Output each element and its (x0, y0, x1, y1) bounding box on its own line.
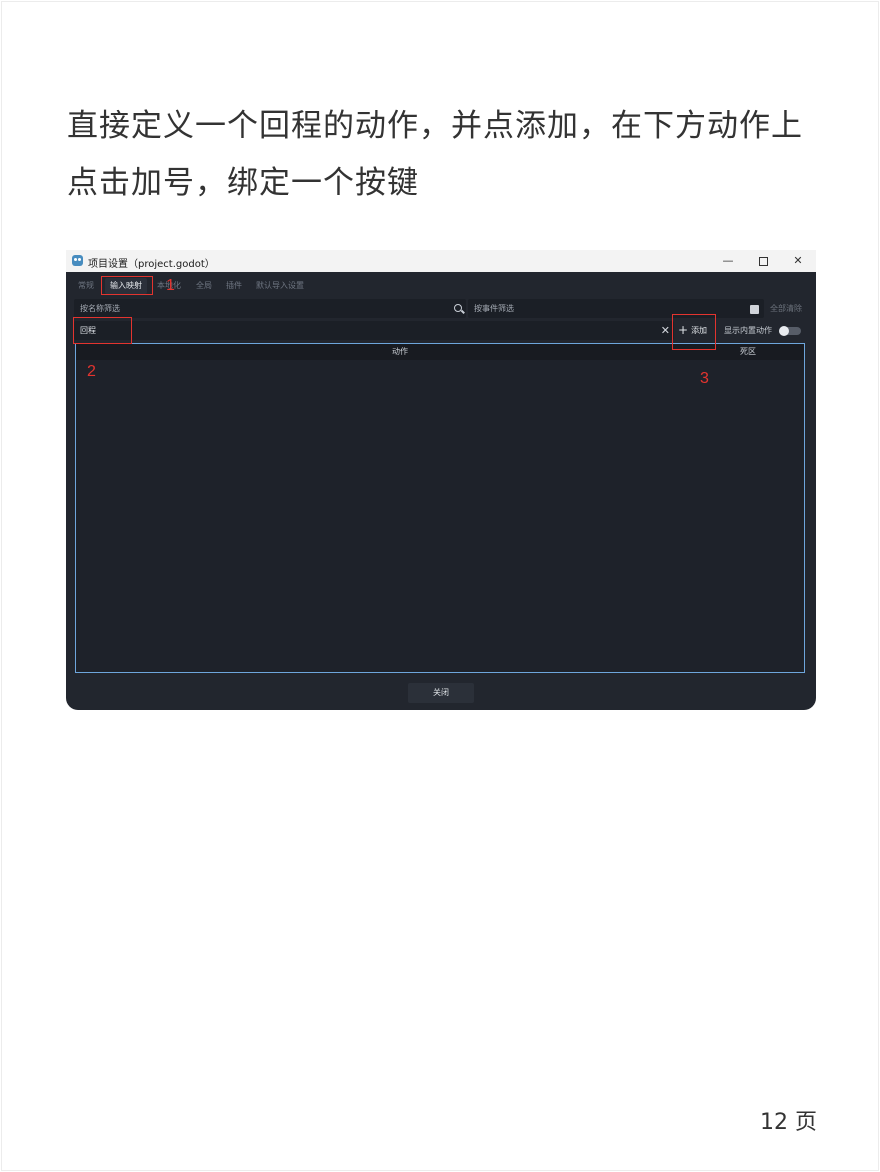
filter-by-event-input[interactable]: 按事件筛选 (468, 299, 764, 318)
show-builtin-actions-label: 显示内置动作 (724, 326, 772, 335)
action-tree[interactable]: 动作 死区 (75, 343, 805, 673)
heading-line-1: 直接定义一个回程的动作，并点添加，在下方动作上 (67, 108, 803, 144)
annotation-number-3: 3 (700, 370, 709, 387)
show-builtin-actions-toggle[interactable] (779, 326, 801, 336)
close-dialog-button[interactable]: 关闭 (408, 683, 474, 703)
filter-by-name-placeholder: 按名称筛选 (80, 304, 120, 313)
clear-all-button[interactable]: 全部清除 (766, 299, 806, 318)
tab-import-defaults[interactable]: 默认导入设置 (256, 278, 304, 294)
filter-by-name-input[interactable]: 按名称筛选 (74, 299, 466, 318)
document-heading: 直接定义一个回程的动作，并点添加，在下方动作上 点击加号，绑定一个按键 (67, 98, 827, 212)
tab-plugins[interactable]: 插件 (226, 278, 242, 294)
minimize-button[interactable]: — (711, 250, 745, 272)
search-icon (454, 304, 462, 312)
clear-input-icon[interactable]: ✕ (661, 321, 670, 340)
close-window-button[interactable]: ✕ (781, 250, 815, 272)
settings-tabbar: 常规 输入映射 本地化 全局 插件 默认导入设置 (66, 278, 816, 296)
page-number: 12 页 (760, 1110, 817, 1135)
column-deadzone: 死区 (740, 347, 756, 356)
annotation-box-3 (672, 314, 716, 350)
annotation-box-1 (101, 276, 153, 295)
annotation-box-2 (73, 317, 132, 344)
godot-logo-icon (72, 255, 83, 266)
tab-globals[interactable]: 全局 (196, 278, 212, 294)
tab-general[interactable]: 常规 (78, 278, 94, 294)
heading-line-2: 点击加号，绑定一个按键 (67, 165, 419, 201)
window-title: 项目设置（project.godot） (88, 259, 215, 270)
filter-by-event-placeholder: 按事件筛选 (474, 304, 514, 313)
project-settings-screenshot: 项目设置（project.godot） — ✕ 常规 输入映射 本地化 全局 插… (66, 250, 816, 710)
column-action: 动作 (392, 347, 408, 356)
toggle-knob (779, 326, 789, 336)
clear-filter-icon[interactable] (750, 305, 759, 314)
annotation-number-2: 2 (87, 363, 96, 380)
new-action-input[interactable]: 回程 ✕ (74, 321, 674, 340)
annotation-number-1: 1 (166, 277, 175, 294)
maximize-button[interactable] (746, 250, 780, 272)
window-titlebar: 项目设置（project.godot） — ✕ (66, 250, 816, 272)
